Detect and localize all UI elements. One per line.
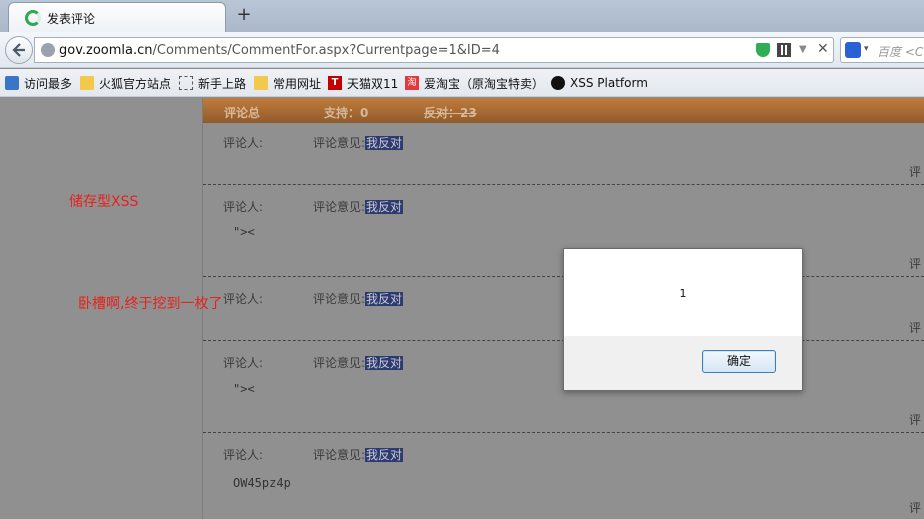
bookmark-xss-platform[interactable]: XSS Platform [551, 75, 648, 91]
comment-body: ">< [233, 225, 255, 239]
bookmark-label: 火狐官方站点 [99, 76, 172, 91]
opinion-label: 评论意见: [313, 356, 366, 370]
summary-label: 评论总 [224, 106, 261, 120]
comment-separator [203, 432, 924, 433]
bookmark-label: 常用网址 [273, 76, 322, 91]
bookmark-label: 访问最多 [24, 76, 73, 91]
opinion-value: 我反对 [365, 292, 404, 306]
opinion-value: 我反对 [365, 356, 404, 370]
search-box[interactable]: 🐾 ▾ 百度 <C [840, 37, 924, 63]
back-button[interactable] [5, 36, 33, 64]
comment-author-label: 评论人: [223, 356, 264, 370]
bookmark-label: XSS Platform [570, 76, 648, 90]
comment-reply-link[interactable]: 评 [909, 163, 921, 180]
bookmarks-bar: 访问最多 火狐官方站点 新手上路 常用网址 T 天猫双11 淘 爱淘宝（原淘宝特… [0, 69, 924, 97]
comment-reply-link[interactable]: 评 [909, 411, 921, 428]
comment-separator [203, 184, 924, 185]
comment-reply-link[interactable]: 评 [909, 499, 921, 516]
globe-icon [41, 43, 55, 57]
comment-author-label: 评论人: [223, 292, 264, 306]
alert-message-area: 1 [564, 249, 802, 336]
alert-message: 1 [679, 287, 687, 300]
comment-opinion: 评论意见:我反对 [313, 446, 404, 463]
opinion-label: 评论意见: [313, 200, 366, 214]
bookmark-tmall[interactable]: T 天猫双11 [328, 75, 398, 91]
skull-icon [551, 76, 565, 90]
chevron-down-icon[interactable]: ▾ [864, 44, 869, 54]
qr-code-icon[interactable] [777, 43, 791, 57]
address-bar[interactable]: gov.zoomla.cn/Comments/CommentFor.aspx?C… [34, 37, 834, 63]
most-visited-icon [5, 76, 19, 90]
tmall-icon: T [328, 76, 342, 90]
comment-author-label: 评论人: [223, 448, 264, 462]
comment-opinion: 评论意见:我反对 [313, 198, 404, 215]
url-text[interactable]: gov.zoomla.cn/Comments/CommentFor.aspx?C… [59, 43, 500, 58]
shield-icon[interactable] [756, 43, 770, 57]
dotted-page-icon [179, 76, 193, 90]
opinion-label: 评论意见: [313, 136, 366, 150]
browser-tab[interactable]: 发表评论 [8, 2, 226, 32]
tab-bar: 发表评论 + [0, 0, 924, 32]
comment-body: ">< [233, 382, 255, 396]
exclaim-annotation: 卧槽啊,终于挖到一枚了 [78, 296, 223, 312]
comment-opinion: 评论意见:我反对 [313, 134, 404, 151]
opinion-value: 我反对 [365, 200, 404, 214]
opinion-value: 我反对 [365, 136, 404, 150]
comment-author-label: 评论人: [223, 200, 264, 214]
comment-reply-link[interactable]: 评 [909, 255, 921, 272]
loading-icon [25, 10, 41, 26]
close-icon[interactable]: ✕ [817, 41, 831, 57]
ok-button[interactable]: 确定 [702, 350, 776, 373]
comment-reply-link[interactable]: 评 [909, 319, 921, 336]
stored-xss-annotation: 储存型XSS [69, 194, 139, 210]
bookmark-most-visited[interactable]: 访问最多 [5, 75, 72, 91]
bookmark-firefox-official[interactable]: 火狐官方站点 [80, 75, 171, 91]
bookmark-ai-taobao[interactable]: 淘 爱淘宝（原淘宝特卖） [405, 75, 544, 91]
taobao-icon: 淘 [405, 76, 419, 90]
folder-icon [80, 76, 94, 90]
comment-summary-bar: 评论总 支持：0 反对：23 [203, 98, 924, 123]
navigation-bar: gov.zoomla.cn/Comments/CommentFor.aspx?C… [0, 32, 924, 68]
opinion-label: 评论意见: [313, 448, 366, 462]
bookmark-label: 爱淘宝（原淘宝特卖） [424, 76, 545, 91]
back-arrow-icon [12, 43, 25, 57]
oppose-count: 反对：23 [424, 106, 477, 120]
tab-title: 发表评论 [47, 12, 96, 26]
baidu-paw-icon[interactable]: 🐾 [845, 42, 861, 58]
comment-author-label: 评论人: [223, 136, 264, 150]
bookmark-common-sites[interactable]: 常用网址 [254, 75, 321, 91]
new-tab-button[interactable]: + [234, 4, 254, 25]
comment-body: OW45pz4p [233, 476, 291, 490]
alert-dialog: 1 确定 [563, 248, 803, 391]
opinion-value: 我反对 [365, 448, 404, 462]
comment-opinion: 评论意见:我反对 [313, 290, 404, 307]
url-domain: gov.zoomla.cn [59, 43, 153, 58]
search-placeholder: 百度 <C [877, 45, 924, 59]
dropdown-arrow-icon[interactable]: ▼ [799, 44, 813, 58]
bookmark-label: 天猫双11 [347, 76, 399, 91]
folder-icon [254, 76, 268, 90]
comment-opinion: 评论意见:我反对 [313, 354, 404, 371]
url-path: /Comments/CommentFor.aspx?Currentpage=1&… [152, 43, 500, 58]
bookmark-getting-started[interactable]: 新手上路 [179, 75, 246, 91]
bookmark-label: 新手上路 [198, 76, 247, 91]
support-count: 支持：0 [324, 106, 369, 120]
opinion-label: 评论意见: [313, 292, 366, 306]
